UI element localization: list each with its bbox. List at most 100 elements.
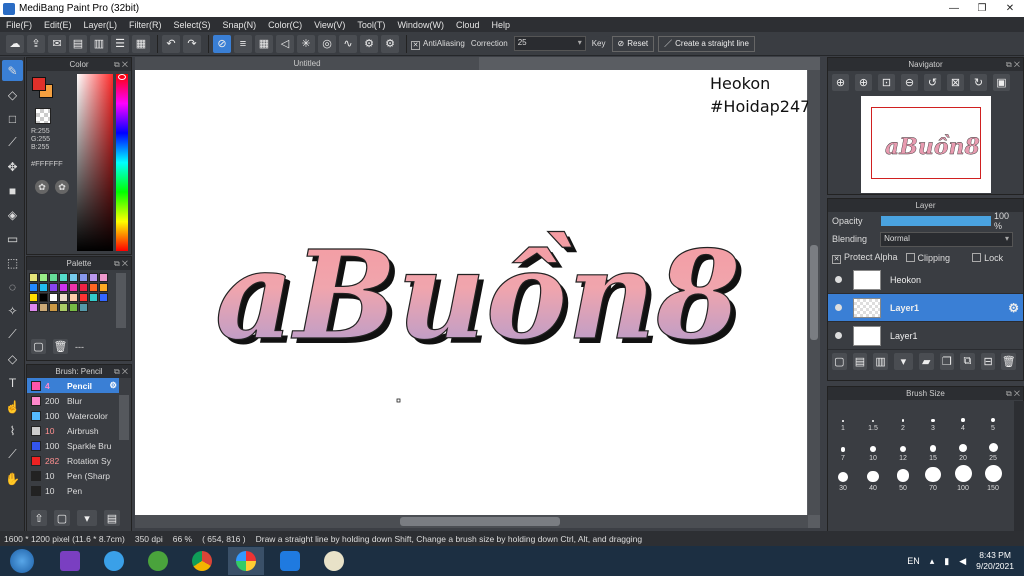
hue-slider[interactable]: [116, 74, 128, 251]
palette-swatch[interactable]: [99, 273, 108, 282]
palette-swatch[interactable]: [49, 283, 58, 292]
reset-button[interactable]: ⊘ Reset: [611, 35, 655, 52]
palette-swatch[interactable]: [29, 303, 38, 312]
menu-edit[interactable]: Edit(E): [44, 20, 72, 30]
merge-layer-icon[interactable]: ⧉: [960, 353, 975, 370]
brush-size-scrollbar[interactable]: [1014, 401, 1024, 534]
rotate-right-icon[interactable]: ↻: [970, 74, 987, 91]
brush-settings-icon[interactable]: ⚙: [109, 380, 117, 391]
brush-size-cell[interactable]: 20: [948, 432, 978, 462]
hue-handle-icon[interactable]: [118, 74, 126, 80]
transparent-swatch[interactable]: [35, 108, 51, 124]
visibility-icon[interactable]: [835, 304, 842, 311]
panel-controls-icon[interactable]: ⧉ ✕: [114, 58, 128, 71]
visibility-icon[interactable]: [835, 276, 842, 283]
brush-size-cell[interactable]: 1.5: [858, 402, 888, 432]
opacity-slider[interactable]: [881, 216, 992, 226]
palette-swatch[interactable]: [39, 273, 48, 282]
zoom-actual-icon[interactable]: ⊡: [878, 74, 895, 91]
brush-add-icon[interactable]: ⇧: [31, 510, 47, 526]
palette-swatch[interactable]: [69, 303, 78, 312]
brush-size-cell[interactable]: 25: [978, 432, 1008, 462]
taskbar-ie[interactable]: [96, 547, 132, 575]
document-icon[interactable]: ▥: [90, 34, 108, 53]
palette-swatch[interactable]: [29, 293, 38, 302]
vanishing-point-icon[interactable]: ◁: [276, 34, 294, 53]
brush-size-cell[interactable]: 100: [948, 462, 978, 492]
layer-properties-icon[interactable]: ⊟: [980, 353, 996, 370]
brush-size-cell[interactable]: 1: [828, 402, 858, 432]
layer-row-heokon[interactable]: Heokon: [828, 266, 1023, 294]
eyedropper-tool-icon[interactable]: ⟋: [2, 444, 23, 465]
horizontal-scroll-thumb[interactable]: [400, 517, 560, 526]
palette-swatch[interactable]: [79, 293, 88, 302]
cloud-icon[interactable]: ☁: [6, 34, 24, 53]
brush-item[interactable]: 4 Pencil ⚙: [27, 378, 119, 393]
palette-swatch[interactable]: [59, 293, 68, 302]
layer-row[interactable]: Layer1: [828, 322, 1023, 350]
palette-swatch[interactable]: [99, 293, 108, 302]
brush-size-cell[interactable]: 40: [858, 462, 888, 492]
tray-arrow-icon[interactable]: ▴: [930, 556, 935, 567]
brush-menu-icon[interactable]: ▾: [77, 510, 97, 526]
palette-swatch[interactable]: [29, 273, 38, 282]
circle-snap-icon[interactable]: ◎: [318, 34, 336, 53]
brush-size-cell[interactable]: 4: [948, 402, 978, 432]
palette-swatch[interactable]: [39, 303, 48, 312]
panel-controls-icon[interactable]: ⧉ ✕: [1006, 387, 1020, 400]
palette-swatch[interactable]: [49, 293, 58, 302]
zoom-out-icon[interactable]: ⊖: [901, 74, 918, 91]
new-palette-icon[interactable]: ▢: [31, 339, 46, 354]
start-button[interactable]: [0, 547, 44, 575]
select-eraser-tool-icon[interactable]: ◇: [2, 348, 23, 369]
brush-size-cell[interactable]: 12: [888, 432, 918, 462]
zoom-in-icon[interactable]: ⊕: [855, 74, 872, 91]
gradient-tool-icon[interactable]: ▭: [2, 228, 23, 249]
color-wheel-icon[interactable]: ✿: [35, 180, 49, 194]
fill-rect-tool-icon[interactable]: ■: [2, 180, 23, 201]
menu-snap[interactable]: Snap(N): [223, 20, 257, 30]
zoom-fit-icon[interactable]: ⊕: [832, 74, 849, 91]
palette-swatch[interactable]: [49, 303, 58, 312]
pen-tool-icon[interactable]: ⟋: [2, 132, 23, 153]
menu-help[interactable]: Help: [491, 20, 510, 30]
redo-icon[interactable]: ↷: [183, 34, 201, 53]
brush-size-cell[interactable]: 5: [978, 402, 1008, 432]
palette-swatch[interactable]: [89, 283, 98, 292]
language-indicator[interactable]: EN: [907, 556, 920, 566]
volume-icon[interactable]: ◀: [959, 556, 966, 567]
share-icon[interactable]: ⇪: [27, 34, 45, 53]
brush-item[interactable]: 10 Pen (Sharp: [27, 468, 119, 483]
brush-size-cell[interactable]: 150: [978, 462, 1008, 492]
snap-off-icon[interactable]: ⊘: [213, 34, 231, 53]
palette-swatch[interactable]: [79, 273, 88, 282]
select-tool-icon[interactable]: ⬚: [2, 252, 23, 273]
primary-color-swatch[interactable]: [32, 77, 46, 91]
parallel-snap-icon[interactable]: ≡: [234, 34, 252, 53]
taskbar-app[interactable]: [140, 547, 176, 575]
menu-cloud[interactable]: Cloud: [456, 20, 480, 30]
select-pen-tool-icon[interactable]: ⟋: [2, 324, 23, 345]
brush-size-cell[interactable]: 70: [918, 462, 948, 492]
delete-palette-icon[interactable]: 🗑: [53, 339, 68, 354]
fit-window-icon[interactable]: ⊠: [947, 74, 964, 91]
palette-swatch[interactable]: [69, 273, 78, 282]
vertical-scroll-thumb[interactable]: [810, 245, 818, 340]
snap-gear-icon[interactable]: ⚙: [381, 34, 399, 53]
curve-snap-icon[interactable]: ∿: [339, 34, 357, 53]
menu-file[interactable]: File(F): [6, 20, 32, 30]
protect-alpha-checkbox[interactable]: ✕ Protect Alpha: [832, 252, 898, 264]
palette-swatch[interactable]: [39, 283, 48, 292]
layer-row-selected[interactable]: Layer1 ⚙: [828, 294, 1023, 322]
lasso-tool-icon[interactable]: ◌: [2, 276, 23, 297]
panel-controls-icon[interactable]: ⧉ ✕: [114, 365, 128, 378]
duplicate-layer-icon[interactable]: ❐: [939, 353, 955, 370]
text-tool-icon[interactable]: T: [2, 372, 23, 393]
hand-tool-icon[interactable]: ✋: [2, 468, 23, 489]
straight-line-button[interactable]: ／ Create a straight line: [658, 35, 755, 52]
new-layer-icon[interactable]: ▢: [832, 353, 847, 370]
palette-swatch[interactable]: [29, 283, 38, 292]
move-tool-icon[interactable]: ✥: [2, 156, 23, 177]
menu-color[interactable]: Color(C): [268, 20, 302, 30]
visibility-icon[interactable]: [835, 332, 842, 339]
